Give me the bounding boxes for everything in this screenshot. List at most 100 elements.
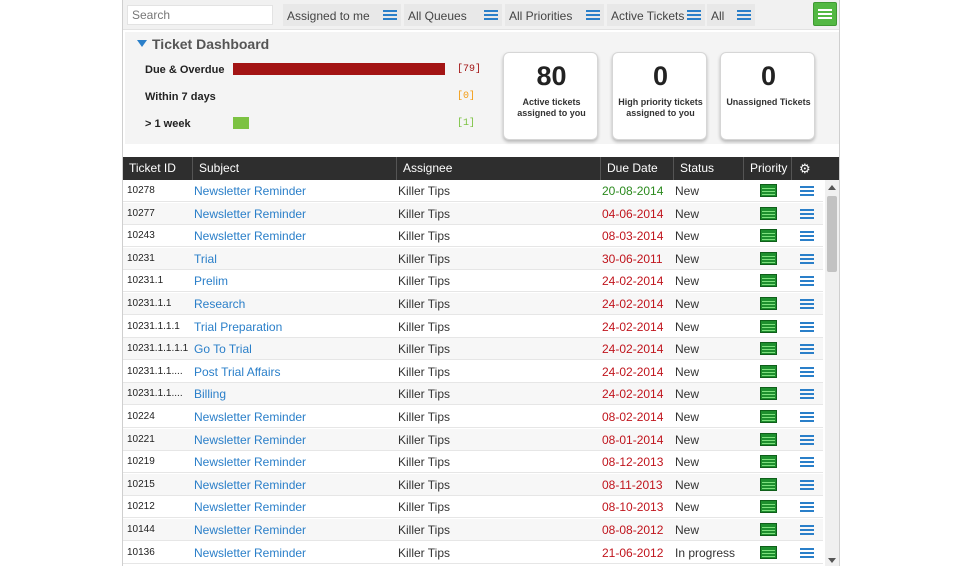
ticket-due-date: 21-06-2012	[602, 545, 664, 560]
menu-icon[interactable]	[383, 9, 397, 21]
ticket-subject-link[interactable]: Newsletter Reminder	[194, 523, 394, 537]
row-menu-icon[interactable]	[800, 366, 814, 381]
ticket-subject-link[interactable]: Newsletter Reminder	[194, 184, 394, 198]
ticket-status: New	[675, 251, 700, 266]
table-scrollbar[interactable]	[825, 180, 839, 566]
row-menu-icon[interactable]	[800, 185, 814, 200]
ticket-id: 10144	[127, 524, 155, 535]
dashboard-title: Ticket Dashboard	[152, 36, 270, 52]
scroll-up-arrow-icon[interactable]	[828, 185, 836, 190]
table-row[interactable]: 10224 Newsletter Reminder Killer Tips 08-02…	[123, 406, 823, 428]
assigned-filter[interactable]: Assigned to me	[283, 4, 401, 26]
dashboard-toggle[interactable]: Ticket Dashboard	[137, 36, 269, 52]
table-row[interactable]: 10231 Trial Killer Tips 30-06-2011 New	[123, 247, 823, 270]
table-row[interactable]: 10231.1.1.1.1 Go To Trial Killer Tips 24-02…	[123, 338, 823, 361]
ticket-due-date: 24-02-2014	[602, 342, 664, 357]
queues-filter[interactable]: All Queues	[404, 4, 502, 26]
all-filter[interactable]: All	[707, 4, 755, 26]
row-menu-icon[interactable]	[800, 321, 814, 336]
row-menu-icon[interactable]	[800, 388, 814, 403]
priority-icon	[760, 229, 778, 243]
ticket-assignee: Killer Tips	[398, 387, 451, 402]
row-menu-icon[interactable]	[800, 479, 814, 494]
ticket-subject-link[interactable]: Post Trial Affairs	[194, 365, 394, 379]
ticket-status: New	[675, 342, 700, 357]
search-input[interactable]	[127, 5, 273, 25]
row-menu-icon[interactable]	[800, 208, 814, 223]
ticket-subject-link[interactable]: Newsletter Reminder	[194, 500, 394, 514]
high-priority-card[interactable]: 0 High priority tickets assigned to you	[612, 52, 707, 140]
table-row[interactable]: 10231.1 Prelim Killer Tips 24-02-2014 New	[123, 270, 823, 293]
ticket-subject-link[interactable]: Newsletter Reminder	[194, 455, 394, 469]
table-row[interactable]: 10231.1.1.... Billing Killer Tips 24-02-201…	[123, 383, 823, 406]
status-filter[interactable]: Active Tickets	[607, 4, 705, 26]
ticket-subject-link[interactable]: Newsletter Reminder	[194, 546, 394, 560]
main-menu-button[interactable]	[813, 2, 837, 26]
ticket-subject-link[interactable]: Trial Preparation	[194, 320, 394, 334]
row-menu-icon[interactable]	[800, 411, 814, 426]
ticket-subject-link[interactable]: Trial	[194, 252, 394, 266]
ticket-id: 10231.1.1....	[127, 365, 183, 377]
header-assignee[interactable]: Assignee	[397, 157, 601, 180]
ticket-id: 10231.1.1.1.1	[127, 343, 189, 355]
header-due-date[interactable]: Due Date	[601, 157, 674, 180]
priorities-filter[interactable]: All Priorities	[505, 4, 604, 26]
ticket-status: New	[675, 410, 700, 424]
priority-icon	[760, 500, 778, 514]
header-subject[interactable]: Subject	[193, 157, 397, 180]
row-menu-icon[interactable]	[800, 253, 814, 268]
header-ticket-id[interactable]: Ticket ID	[123, 157, 193, 180]
unassigned-card[interactable]: 0 Unassigned Tickets	[720, 52, 815, 140]
row-menu-icon[interactable]	[800, 275, 814, 290]
card-caption: Active tickets assigned to you	[517, 97, 586, 118]
row-menu-icon[interactable]	[800, 456, 814, 471]
active-tickets-card[interactable]: 80 Active tickets assigned to you	[503, 52, 598, 140]
ticket-subject-link[interactable]: Newsletter Reminder	[194, 433, 394, 447]
table-row[interactable]: 10221 Newsletter Reminder Killer Tips 08-01…	[123, 428, 823, 451]
scroll-down-arrow-icon[interactable]	[828, 558, 836, 563]
table-row[interactable]: 10231.1.1.... Post Trial Affairs Killer Ti…	[123, 361, 823, 383]
menu-icon[interactable]	[687, 9, 701, 21]
table-row[interactable]: 10278 Newsletter Reminder Killer Tips 20-08…	[123, 180, 823, 202]
row-menu-icon[interactable]	[800, 434, 814, 449]
ticket-subject-link[interactable]: Newsletter Reminder	[194, 410, 394, 424]
table-row[interactable]: 10219 Newsletter Reminder Killer Tips 08-12…	[123, 451, 823, 474]
menu-icon[interactable]	[586, 9, 600, 21]
gear-icon[interactable]: ⚙	[799, 162, 811, 175]
table-row[interactable]: 10231.1.1 Research Killer Tips 24-02-2014 Ne…	[123, 293, 823, 315]
ticket-subject-link[interactable]: Newsletter Reminder	[194, 229, 394, 243]
menu-icon[interactable]	[737, 9, 751, 21]
metric-within-7-days: Within 7 days [0]	[145, 90, 485, 106]
ticket-subject-link[interactable]: Research	[194, 297, 394, 311]
ticket-panel: Assigned to me All Queues All Priorities…	[122, 0, 840, 566]
priority-icon	[760, 297, 778, 310]
ticket-subject-link[interactable]: Newsletter Reminder	[194, 207, 394, 221]
row-menu-icon[interactable]	[800, 230, 814, 245]
ticket-id: 10221	[127, 433, 155, 445]
ticket-id: 10215	[127, 478, 155, 490]
ticket-subject-link[interactable]: Newsletter Reminder	[194, 478, 394, 492]
scroll-thumb[interactable]	[827, 196, 837, 272]
header-status[interactable]: Status	[674, 157, 744, 180]
table-row[interactable]: 10243 Newsletter Reminder Killer Tips 08-03…	[123, 225, 823, 248]
table-row[interactable]: 10277 Newsletter Reminder Killer Tips 04-06…	[123, 202, 823, 225]
table-row[interactable]: 10215 Newsletter Reminder Killer Tips 08-11…	[123, 473, 823, 496]
table-row[interactable]: 10136 Newsletter Reminder Killer Tips 21-06…	[123, 542, 823, 564]
table-row[interactable]: 10144 Newsletter Reminder Killer Tips 08-08…	[123, 519, 823, 541]
ticket-subject-link[interactable]: Prelim	[194, 274, 394, 288]
ticket-due-date: 20-08-2014	[602, 184, 664, 198]
menu-icon[interactable]	[484, 9, 498, 21]
table-row[interactable]: 10231.1.1.1 Trial Preparation Killer Tips 2…	[123, 316, 823, 338]
header-priority[interactable]: Priority	[744, 157, 792, 180]
ticket-status: New	[675, 297, 700, 311]
table-row[interactable]: 10212 Newsletter Reminder Killer Tips 08-10…	[123, 496, 823, 519]
row-menu-icon[interactable]	[800, 547, 814, 562]
row-menu-icon[interactable]	[800, 501, 814, 516]
ticket-subject-link[interactable]: Billing	[194, 387, 394, 401]
priority-icon	[760, 319, 778, 333]
ticket-subject-link[interactable]: Go To Trial	[194, 342, 394, 356]
row-menu-icon[interactable]	[800, 524, 814, 539]
row-menu-icon[interactable]	[800, 343, 814, 358]
row-menu-icon[interactable]	[800, 298, 814, 313]
table-header: Ticket ID Subject Assignee Due Date Stat…	[123, 157, 839, 180]
